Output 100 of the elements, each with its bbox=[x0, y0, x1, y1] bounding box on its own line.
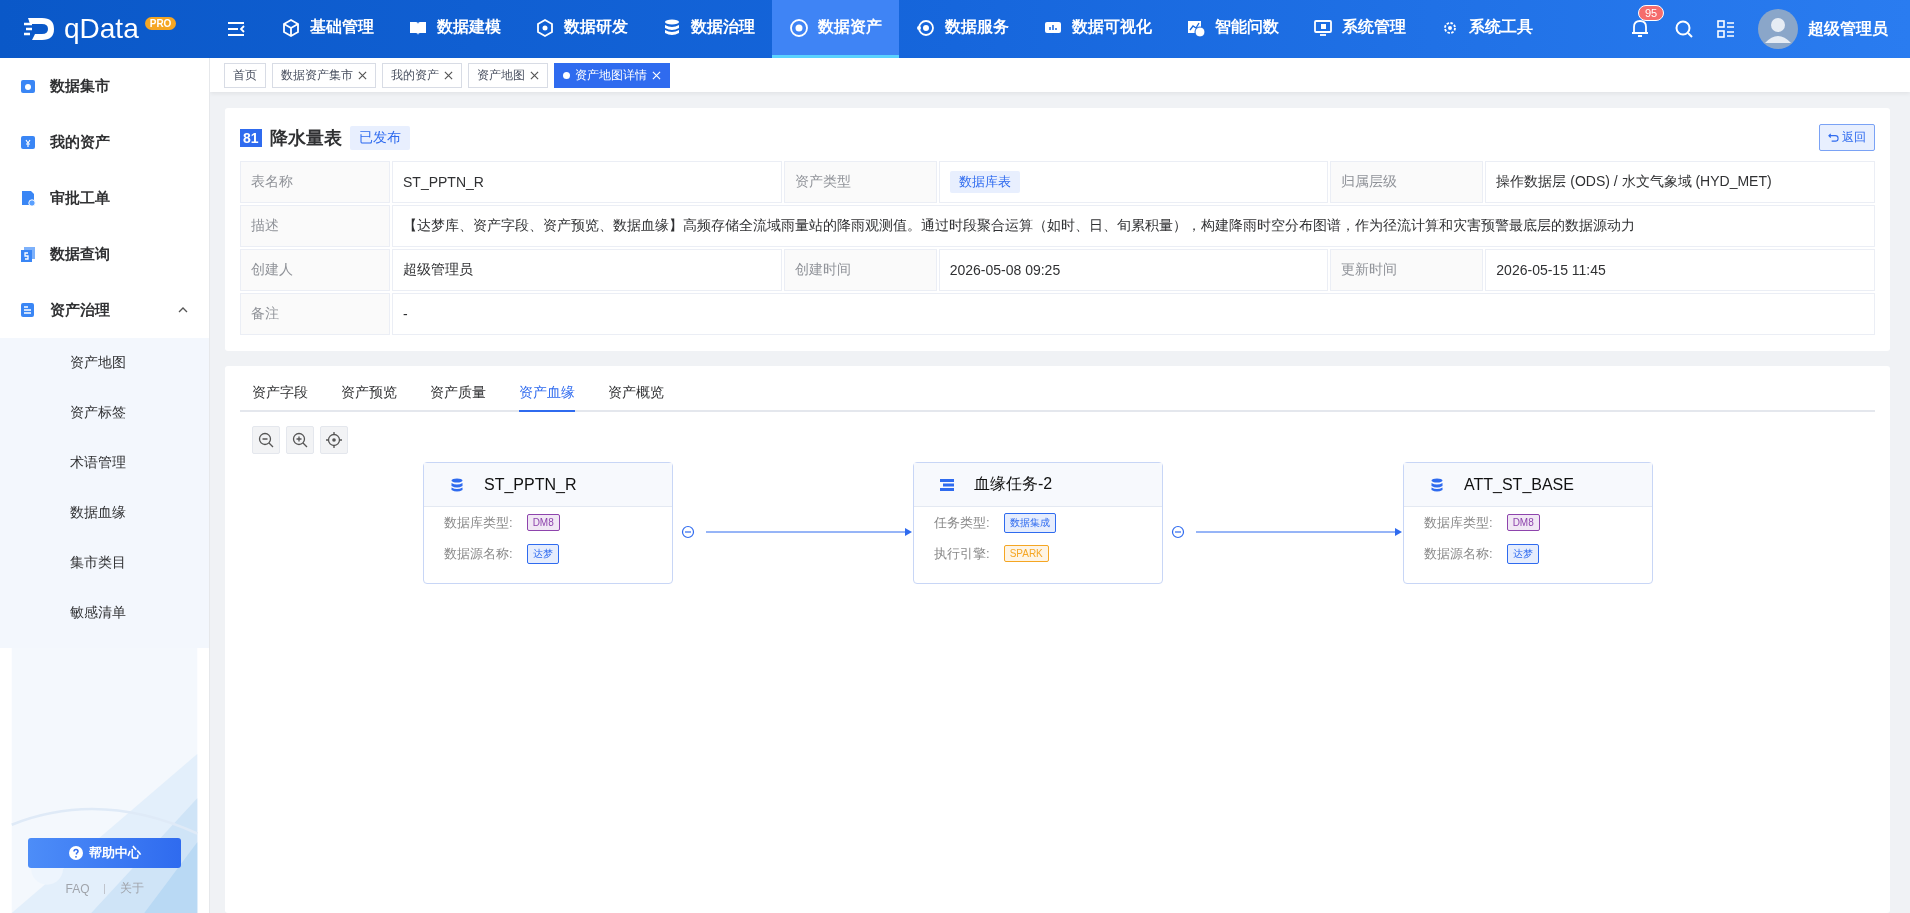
nav-item[interactable]: 数据服务 bbox=[899, 0, 1026, 58]
property-tag: DM8 bbox=[526, 514, 560, 531]
menu-icon[interactable] bbox=[226, 20, 246, 38]
sidebar-subitem[interactable]: 集市类目 bbox=[0, 538, 209, 588]
node-title: ST_PPTN_R bbox=[484, 475, 577, 494]
property-tag: SPARK bbox=[1003, 545, 1049, 562]
page-tab[interactable]: 资产地图详情 bbox=[554, 62, 670, 88]
property-tag: DM8 bbox=[1506, 514, 1540, 531]
help-center-button[interactable]: 帮助中心 bbox=[28, 838, 181, 868]
search-icon[interactable] bbox=[1674, 19, 1694, 39]
list-document-icon bbox=[20, 302, 36, 318]
property-label: 数据源名称: bbox=[444, 544, 513, 563]
asset-title: 降水量表 bbox=[269, 126, 342, 150]
sidebar-subitem[interactable]: 数据血缘 bbox=[0, 488, 209, 538]
detail-tab[interactable]: 资产预览 bbox=[341, 384, 397, 412]
sidebar-subitem[interactable]: 资产标签 bbox=[0, 388, 209, 438]
page-tab[interactable]: 数据资产集市 bbox=[272, 62, 376, 88]
nav-item[interactable]: 系统管理 bbox=[1296, 0, 1423, 58]
zoom-in-icon bbox=[292, 432, 308, 448]
node-title: 血缘任务-2 bbox=[974, 474, 1053, 494]
database-icon bbox=[662, 17, 682, 38]
field-value: 操作数据层 (ODS) / 水文气象域 (HYD_MET) bbox=[1485, 161, 1875, 203]
user-name[interactable]: 超级管理员 bbox=[1808, 18, 1888, 40]
pro-badge: PRO bbox=[144, 16, 177, 30]
nav-item[interactable]: 数据研发 bbox=[518, 0, 645, 58]
nav-item[interactable]: 数据建模 bbox=[391, 0, 518, 58]
property-label: 数据源名称: bbox=[1424, 544, 1493, 563]
field-label: 备注 bbox=[240, 293, 390, 335]
sidebar-item[interactable]: 数据集市 bbox=[0, 58, 209, 114]
detail-tab[interactable]: 资产质量 bbox=[430, 384, 486, 412]
field-label: 归属层级 bbox=[1330, 161, 1484, 203]
sidebar-item[interactable]: 数据查询 bbox=[0, 226, 209, 282]
detail-tab[interactable]: 资产血缘 bbox=[519, 384, 575, 412]
type-tag: 数据库表 bbox=[949, 171, 1020, 193]
status-dot bbox=[563, 71, 570, 79]
detail-tab[interactable]: 资产概览 bbox=[608, 384, 664, 412]
page-tab[interactable]: 首页 bbox=[224, 62, 266, 88]
field-label: 资产类型 bbox=[783, 161, 937, 203]
property-tag: 数据集成 bbox=[1003, 512, 1056, 533]
zoom-in-button[interactable] bbox=[286, 426, 314, 454]
avatar[interactable] bbox=[1758, 9, 1798, 49]
property-label: 执行引擎: bbox=[934, 544, 990, 563]
nav-item[interactable]: 基础管理 bbox=[264, 0, 391, 58]
collapse-icon[interactable] bbox=[1171, 525, 1185, 539]
lineage-node[interactable]: ST_PPTN_R 数据库类型: DM8 数据源名称: 达梦 bbox=[423, 462, 673, 584]
field-value: 2026-05-08 09:25 bbox=[938, 249, 1329, 291]
field-label: 创建时间 bbox=[783, 249, 937, 291]
field-label: 表名称 bbox=[240, 161, 390, 203]
field-value: 2026-05-15 11:45 bbox=[1485, 249, 1875, 291]
help-icon bbox=[68, 846, 83, 860]
zoom-out-button[interactable] bbox=[252, 426, 280, 454]
sidebar-item[interactable]: 资产治理 bbox=[0, 282, 209, 338]
lineage-node[interactable]: ATT_ST_BASE 数据库类型: DM8 数据源名称: 达梦 bbox=[1403, 462, 1653, 584]
nav-item[interactable]: 数据可视化 bbox=[1026, 0, 1169, 58]
grid-icon[interactable] bbox=[1716, 19, 1736, 39]
close-icon[interactable] bbox=[444, 70, 453, 80]
sidebar-subitem[interactable]: 资产地图 bbox=[0, 338, 209, 388]
undo-icon bbox=[1828, 132, 1839, 143]
database-icon bbox=[1430, 477, 1444, 492]
center-button[interactable] bbox=[320, 426, 348, 454]
cube-icon bbox=[281, 17, 301, 38]
sidebar-item[interactable]: 我的资产 bbox=[0, 114, 209, 170]
sidebar-item[interactable]: 审批工单 bbox=[0, 170, 209, 226]
ring-icon bbox=[916, 17, 936, 38]
property-label: 数据库类型: bbox=[444, 513, 513, 532]
nav-item[interactable]: 数据资产 bbox=[772, 0, 899, 58]
field-value: 【达梦库、资产字段、资产预览、数据血缘】高频存储全流域雨量站的降雨观测值。通过时段聚合运算（如时、日、旬累积量），构建降雨时空分布图谱，作为径流计算和灾害预警最底层的数据源动力 bbox=[392, 205, 1875, 247]
sidebar-subitem[interactable]: 敏感清单 bbox=[0, 588, 209, 638]
detail-tab[interactable]: 资产字段 bbox=[252, 384, 308, 412]
query-document-icon bbox=[20, 246, 36, 262]
close-icon[interactable] bbox=[530, 70, 539, 80]
back-button[interactable]: 返回 bbox=[1819, 124, 1875, 151]
calendar-icon bbox=[20, 78, 36, 94]
zoom-out-icon bbox=[258, 432, 274, 448]
nav-item[interactable]: 智能问数 bbox=[1169, 0, 1296, 58]
page-tab[interactable]: 我的资产 bbox=[382, 62, 462, 88]
property-tag: 达梦 bbox=[1506, 543, 1539, 564]
target-icon bbox=[789, 17, 809, 38]
nav-item[interactable]: 系统工具 bbox=[1423, 0, 1550, 58]
notification-icon[interactable] bbox=[1630, 18, 1650, 38]
collapse-icon[interactable] bbox=[681, 525, 695, 539]
database-icon bbox=[450, 477, 464, 492]
page-tab[interactable]: 资产地图 bbox=[468, 62, 548, 88]
field-value: - bbox=[392, 293, 1875, 335]
separator-line bbox=[103, 883, 106, 894]
monitor-icon bbox=[1313, 17, 1333, 38]
close-icon[interactable] bbox=[358, 70, 367, 80]
sidebar-subitem[interactable]: 术语管理 bbox=[0, 438, 209, 488]
field-label: 创建人 bbox=[240, 249, 390, 291]
property-tag: 达梦 bbox=[526, 543, 559, 564]
box-icon bbox=[535, 17, 555, 38]
node-title: ATT_ST_BASE bbox=[1464, 475, 1574, 494]
field-label: 更新时间 bbox=[1330, 249, 1484, 291]
property-label: 任务类型: bbox=[934, 513, 990, 532]
task-list-icon bbox=[940, 477, 954, 492]
field-value: 超级管理员 bbox=[392, 249, 782, 291]
lineage-node[interactable]: 血缘任务-2 任务类型: 数据集成 执行引擎: SPARK bbox=[913, 462, 1163, 584]
nav-item[interactable]: 数据治理 bbox=[645, 0, 772, 58]
crosshair-icon bbox=[326, 432, 342, 448]
field-value: ST_PPTN_R bbox=[392, 161, 782, 203]
